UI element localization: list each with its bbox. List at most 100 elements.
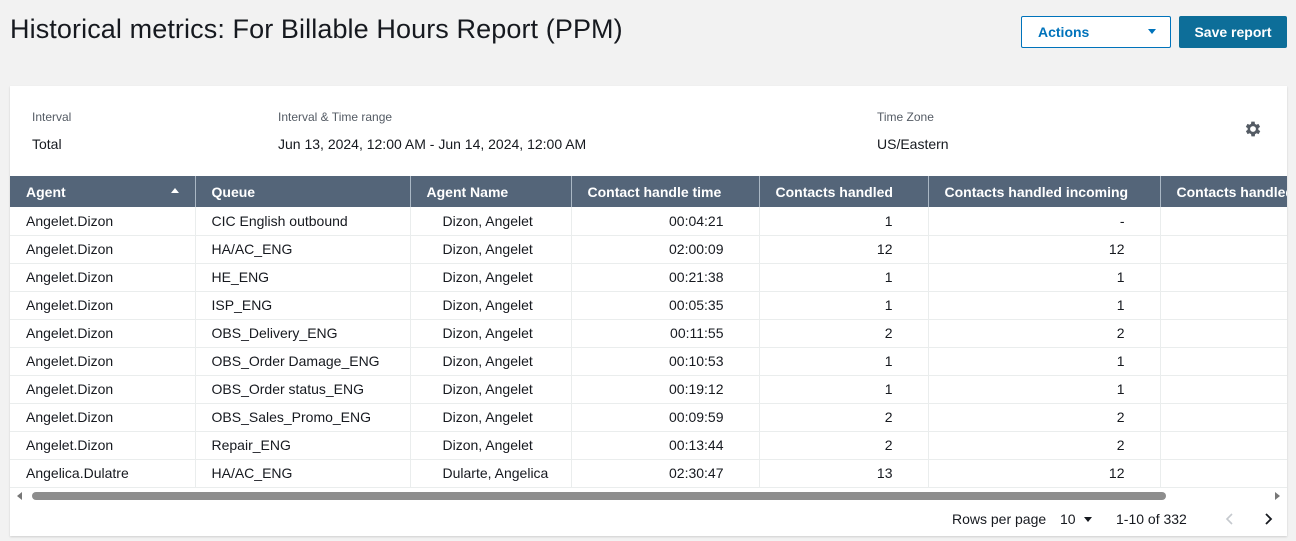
column-header-contact-handle-time[interactable]: Contact handle time xyxy=(571,176,760,207)
rows-per-page-select[interactable]: 10 xyxy=(1060,504,1092,534)
agent-name-cell: Dizon, Angelet xyxy=(410,403,572,432)
handle-time-cell: 00:04:21 xyxy=(571,207,760,236)
agent-cell: Angelet.Dizon xyxy=(10,319,196,348)
table-row: Angelet.Dizon OBS_Delivery_ENG Dizon, Ange… xyxy=(10,319,1287,348)
contacts-incoming-cell: 1 xyxy=(928,375,1161,404)
pagination-range: 1-10 of 332 xyxy=(1116,511,1187,527)
contacts-handled-extra-cell xyxy=(1160,459,1287,488)
table-row: Angelet.Dizon OBS_Order status_ENG Dizon, … xyxy=(10,375,1287,404)
contacts-handled-cell: 13 xyxy=(759,459,929,488)
contacts-handled-extra-cell xyxy=(1160,403,1287,432)
contacts-handled-cell: 2 xyxy=(759,431,929,460)
queue-cell: HA/AC_ENG xyxy=(195,459,411,488)
time-zone-value: US/Eastern xyxy=(877,136,949,152)
scroll-left-arrow-icon[interactable] xyxy=(17,492,22,500)
queue-cell: CIC English outbound xyxy=(195,207,411,236)
chevron-left-icon[interactable] xyxy=(1220,509,1240,529)
agent-cell: Angelet.Dizon xyxy=(10,403,196,432)
agent-cell: Angelet.Dizon xyxy=(10,431,196,460)
contacts-handled-extra-cell xyxy=(1160,319,1287,348)
contacts-incoming-cell: 2 xyxy=(928,319,1161,348)
contacts-handled-extra-cell xyxy=(1160,375,1287,404)
contacts-handled-extra-cell xyxy=(1160,347,1287,376)
chevron-right-icon[interactable] xyxy=(1258,509,1278,529)
time-range-value: Jun 13, 2024, 12:00 AM - Jun 14, 2024, 1… xyxy=(278,136,587,152)
contacts-handled-cell: 1 xyxy=(759,263,929,292)
agent-cell: Angelet.Dizon xyxy=(10,291,196,320)
column-header-queue[interactable]: Queue xyxy=(195,176,411,207)
column-header-contacts-handled-incoming[interactable]: Contacts handled incoming xyxy=(928,176,1161,207)
handle-time-cell: 00:05:35 xyxy=(571,291,760,320)
contacts-incoming-cell: 2 xyxy=(928,431,1161,460)
metrics-table[interactable]: Agent Queue Agent Name Contact handle ti… xyxy=(10,176,1287,488)
contacts-incoming-cell: 1 xyxy=(928,291,1161,320)
interval-label: Interval xyxy=(32,110,72,124)
report-card: Interval Total Interval & Time range Jun… xyxy=(10,86,1287,536)
contacts-incoming-cell: 1 xyxy=(928,263,1161,292)
agent-name-cell: Dizon, Angelet xyxy=(410,319,572,348)
column-header-agent[interactable]: Agent xyxy=(10,176,196,207)
table-row: Angelet.Dizon HA/AC_ENG Dizon, Angelet 02:0… xyxy=(10,235,1287,264)
handle-time-cell: 00:19:12 xyxy=(571,375,760,404)
agent-name-cell: Dularte, Angelica xyxy=(410,459,572,488)
agent-name-cell: Dizon, Angelet xyxy=(410,375,572,404)
agent-cell: Angelet.Dizon xyxy=(10,235,196,264)
contacts-handled-extra-cell xyxy=(1160,235,1287,264)
table-row: Angelet.Dizon Repair_ENG Dizon, Angelet 00:… xyxy=(10,431,1287,460)
agent-name-cell: Dizon, Angelet xyxy=(410,431,572,460)
handle-time-cell: 00:09:59 xyxy=(571,403,760,432)
column-header-agent-name[interactable]: Agent Name xyxy=(410,176,572,207)
contacts-handled-cell: 2 xyxy=(759,319,929,348)
scrollbar-thumb[interactable] xyxy=(32,492,1166,500)
agent-name-cell: Dizon, Angelet xyxy=(410,291,572,320)
contacts-incoming-cell: 12 xyxy=(928,459,1161,488)
table-header-row: Agent Queue Agent Name Contact handle ti… xyxy=(10,176,1287,207)
agent-cell: Angelica.Dulatre xyxy=(10,459,196,488)
handle-time-cell: 00:11:55 xyxy=(571,319,760,348)
table-row: Angelet.Dizon OBS_Order Damage_ENG Dizon, … xyxy=(10,347,1287,376)
handle-time-cell: 00:10:53 xyxy=(571,347,760,376)
handle-time-cell: 00:21:38 xyxy=(571,263,760,292)
scroll-right-arrow-icon[interactable] xyxy=(1275,492,1280,500)
agent-name-cell: Dizon, Angelet xyxy=(410,347,572,376)
sort-ascending-icon xyxy=(170,188,179,193)
queue-cell: HA/AC_ENG xyxy=(195,235,411,264)
time-zone-label: Time Zone xyxy=(877,110,934,124)
handle-time-cell: 02:00:09 xyxy=(571,235,760,264)
column-header-contacts-handled-more[interactable]: Contacts handled xyxy=(1160,176,1287,207)
rows-per-page-label: Rows per page xyxy=(952,511,1047,527)
agent-name-cell: Dizon, Angelet xyxy=(410,207,572,236)
table-row: Angelet.Dizon CIC English outbound Dizon, … xyxy=(10,207,1287,236)
queue-cell: OBS_Order status_ENG xyxy=(195,375,411,404)
actions-label: Actions xyxy=(1038,24,1090,40)
chevron-down-icon xyxy=(1083,516,1092,522)
contacts-handled-cell: 12 xyxy=(759,235,929,264)
queue-cell: ISP_ENG xyxy=(195,291,411,320)
horizontal-scrollbar[interactable] xyxy=(10,488,1287,502)
interval-value: Total xyxy=(32,136,62,152)
contacts-handled-extra-cell xyxy=(1160,263,1287,292)
contacts-incoming-cell: - xyxy=(928,207,1161,236)
contacts-handled-cell: 1 xyxy=(759,207,929,236)
contacts-handled-cell: 1 xyxy=(759,375,929,404)
chevron-down-icon xyxy=(1148,29,1156,34)
handle-time-cell: 00:13:44 xyxy=(571,431,760,460)
table-row: Angelica.Dulatre HA/AC_ENG Dularte, Angeli… xyxy=(10,459,1287,488)
queue-cell: Repair_ENG xyxy=(195,431,411,460)
rows-per-page-value: 10 xyxy=(1060,511,1076,527)
agent-name-cell: Dizon, Angelet xyxy=(410,235,572,264)
column-header-contacts-handled[interactable]: Contacts handled xyxy=(759,176,929,207)
table-row: Angelet.Dizon ISP_ENG Dizon, Angelet 00:05:… xyxy=(10,291,1287,320)
queue-cell: OBS_Order Damage_ENG xyxy=(195,347,411,376)
agent-name-cell: Dizon, Angelet xyxy=(410,263,572,292)
contacts-handled-extra-cell xyxy=(1160,207,1287,236)
actions-dropdown-button[interactable]: Actions xyxy=(1021,16,1171,48)
contacts-incoming-cell: 2 xyxy=(928,403,1161,432)
handle-time-cell: 02:30:47 xyxy=(571,459,760,488)
time-zone-info: Time Zone US/Eastern xyxy=(877,86,1077,176)
settings-gear-icon[interactable] xyxy=(1243,119,1263,139)
table-row: Angelet.Dizon HE_ENG Dizon, Angelet 00:21:3… xyxy=(10,263,1287,292)
queue-cell: HE_ENG xyxy=(195,263,411,292)
contacts-handled-cell: 1 xyxy=(759,347,929,376)
save-report-button[interactable]: Save report xyxy=(1179,16,1287,48)
